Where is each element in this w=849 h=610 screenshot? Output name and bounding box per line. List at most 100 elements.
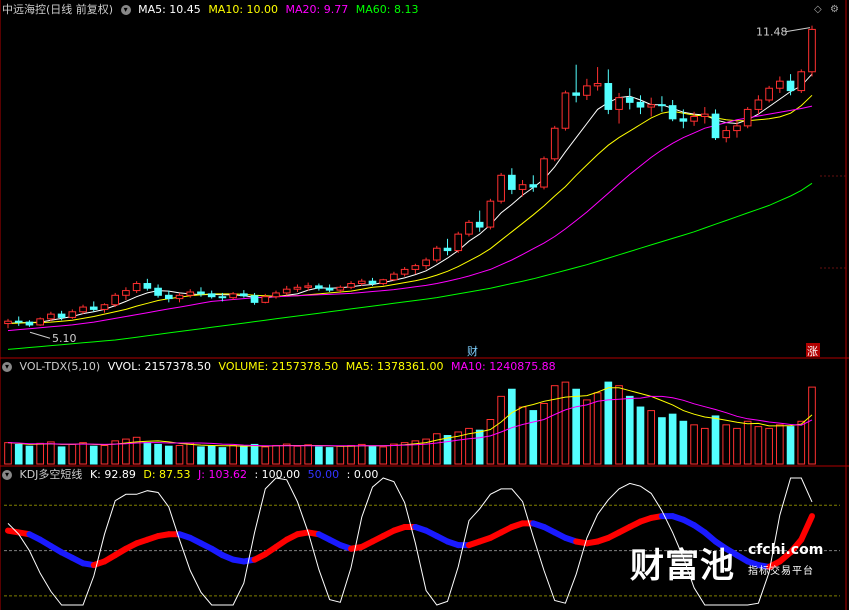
volume-bar xyxy=(154,443,162,465)
candle xyxy=(572,92,580,96)
candle xyxy=(240,293,248,297)
candle xyxy=(679,118,688,122)
kdj-trend-segment xyxy=(798,513,815,543)
candle xyxy=(411,265,420,270)
volume-bar xyxy=(550,385,559,465)
candle xyxy=(229,293,237,299)
volume-bar xyxy=(175,444,184,465)
watermark-logo: 财富池 xyxy=(630,546,735,586)
candle xyxy=(690,115,698,122)
candle xyxy=(25,321,34,326)
candle xyxy=(379,279,388,285)
candle xyxy=(776,80,784,89)
d-label: D: 87.53 xyxy=(143,468,191,481)
dropdown-icon[interactable]: ▾ xyxy=(2,470,12,480)
candle xyxy=(304,285,312,288)
event-marker-zhang: 涨 xyxy=(807,345,818,358)
candle xyxy=(454,233,463,252)
volume-bar xyxy=(272,444,280,465)
candle xyxy=(315,285,323,289)
candle xyxy=(143,283,152,289)
volume-bar xyxy=(368,445,377,465)
stock-title: 中远海控(日线 前复权) xyxy=(2,3,114,16)
candle xyxy=(765,87,773,101)
kdj-header: ▾ KDJ多空短线 K: 92.89 D: 87.53 J: 103.62 : … xyxy=(2,467,382,483)
candle xyxy=(368,280,377,285)
volume-bar xyxy=(636,406,645,465)
volume-bar xyxy=(700,427,709,465)
volume-bar xyxy=(218,447,227,465)
volume-bar xyxy=(186,442,195,465)
volume-bar xyxy=(14,443,23,465)
volume-bar xyxy=(561,381,570,465)
volume-bar xyxy=(143,442,152,465)
volume-bar xyxy=(89,445,98,465)
volume-bar xyxy=(786,426,795,465)
ma20-label: MA20: 9.77 xyxy=(285,3,349,16)
volume-bar xyxy=(529,410,538,465)
volume-bar xyxy=(668,413,677,465)
dropdown-icon[interactable]: ▾ xyxy=(2,362,12,372)
k-label: K: 92.89 xyxy=(89,468,136,481)
candle xyxy=(57,313,66,318)
candle xyxy=(797,71,806,92)
volume-bar xyxy=(261,446,270,465)
volume-bar xyxy=(79,442,87,465)
candle xyxy=(111,294,120,306)
candle xyxy=(700,113,709,117)
candle xyxy=(14,320,23,323)
candle xyxy=(615,97,623,110)
volume-bar xyxy=(250,443,259,465)
candle xyxy=(207,293,216,298)
candle xyxy=(336,286,345,291)
candle xyxy=(529,184,538,188)
candle xyxy=(518,184,527,190)
volume-bar xyxy=(679,420,688,465)
panel-frames xyxy=(0,0,849,610)
volume-bar xyxy=(432,433,441,465)
candle xyxy=(786,80,795,92)
settings-icon[interactable]: ⚙ xyxy=(830,5,840,15)
candle xyxy=(175,294,184,300)
candle xyxy=(604,83,613,110)
diamond-icon[interactable]: ◇ xyxy=(814,5,824,15)
candle xyxy=(625,97,634,103)
volume-bar xyxy=(518,406,527,465)
volume-bar xyxy=(583,399,591,465)
volume-bar xyxy=(325,447,334,465)
volume-bar xyxy=(240,445,248,465)
candle xyxy=(486,200,495,228)
volume-bar xyxy=(229,444,237,465)
candle xyxy=(583,85,591,96)
volume-bar xyxy=(743,420,752,465)
candle xyxy=(550,127,559,160)
low-marker-arrow xyxy=(29,331,51,339)
candle xyxy=(432,247,441,261)
volume-header: ▾ VOL-TDX(5,10) VVOL: 2157378.50 VOLUME:… xyxy=(2,359,560,375)
volume-bar xyxy=(4,442,12,465)
volume-bar xyxy=(36,442,44,465)
volume-bar xyxy=(475,429,484,465)
candle xyxy=(443,247,452,252)
volume-panel[interactable] xyxy=(4,381,816,465)
candle xyxy=(743,108,752,127)
dropdown-icon[interactable]: ▾ xyxy=(120,5,131,15)
volume-bar xyxy=(315,446,323,465)
ma-line-ma5 xyxy=(7,73,813,324)
candle xyxy=(197,291,205,295)
volume-bar xyxy=(604,381,613,465)
candle xyxy=(711,113,720,139)
kdj-indicator-name: KDJ多空短线 xyxy=(19,468,83,481)
candle xyxy=(164,294,173,300)
candle xyxy=(272,292,280,298)
level-50-label: 50.00 xyxy=(307,468,340,481)
price-panel[interactable]: 11.48 5.10 财 涨 xyxy=(4,25,820,358)
candle xyxy=(282,288,291,294)
candle xyxy=(636,101,645,108)
ma-line-ma10 xyxy=(7,94,813,324)
candle xyxy=(390,273,398,281)
candle xyxy=(261,296,270,303)
volume-bar xyxy=(486,419,495,465)
volume-bar xyxy=(754,426,763,465)
candle xyxy=(465,221,473,235)
